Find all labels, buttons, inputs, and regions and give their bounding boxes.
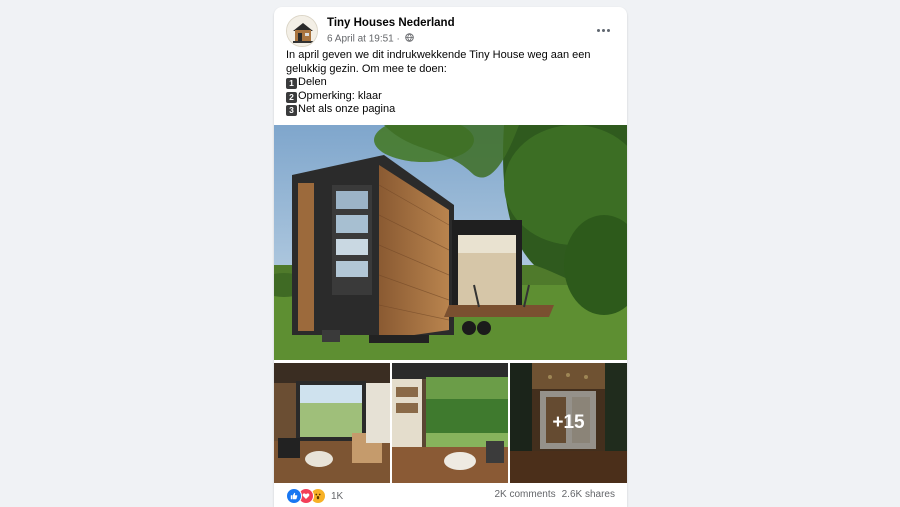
tiny-house-logo-icon — [287, 16, 317, 46]
page-name[interactable]: Tiny Houses Nederland — [327, 17, 455, 29]
more-photos-count: +15 — [552, 412, 585, 433]
like-icon — [286, 488, 302, 504]
step-item: 2 Opmerking: klaar — [286, 90, 616, 104]
post-intro: In april geven we dit indrukwekkende Tin… — [286, 49, 591, 75]
step-item: 1 Delen — [286, 76, 616, 90]
reactions-summary[interactable]: 1K — [286, 488, 343, 504]
engagement-counts: 2K comments 2.6K shares — [494, 489, 615, 500]
step-label: Net als onze pagina — [298, 103, 396, 116]
step-label: Opmerking: klaar — [298, 89, 382, 102]
comments-count[interactable]: 2K comments — [494, 489, 555, 500]
post-footer: 1K 2K comments 2.6K shares — [286, 485, 615, 507]
photo-thumbnail[interactable] — [392, 363, 508, 483]
step-item: 3 Net als onze pagina — [286, 103, 616, 117]
reaction-count[interactable]: 1K — [331, 491, 343, 502]
meta-separator: · — [396, 33, 400, 45]
photo-thumbnail[interactable] — [274, 363, 390, 483]
shares-count[interactable]: 2.6K shares — [562, 489, 615, 500]
globe-icon — [404, 33, 414, 45]
page-avatar[interactable] — [286, 15, 318, 47]
number-2-icon: 2 — [286, 91, 297, 103]
photo-thumbnail-more[interactable]: +15 — [510, 363, 627, 483]
post-header: Tiny Houses Nederland 6 April at 19:51 · — [286, 15, 615, 51]
main-photo[interactable] — [274, 125, 627, 360]
post-text: In april geven we dit indrukwekkende Tin… — [286, 49, 616, 117]
step-label: Delen — [298, 76, 327, 89]
post-meta: 6 April at 19:51 · — [327, 33, 414, 45]
post-card: Tiny Houses Nederland 6 April at 19:51 ·… — [274, 7, 627, 507]
more-photos-overlay[interactable]: +15 — [510, 363, 627, 483]
number-3-icon: 3 — [286, 105, 297, 117]
more-options-icon[interactable] — [591, 20, 615, 40]
number-1-icon: 1 — [286, 78, 297, 90]
post-timestamp[interactable]: 6 April at 19:51 — [327, 34, 394, 45]
